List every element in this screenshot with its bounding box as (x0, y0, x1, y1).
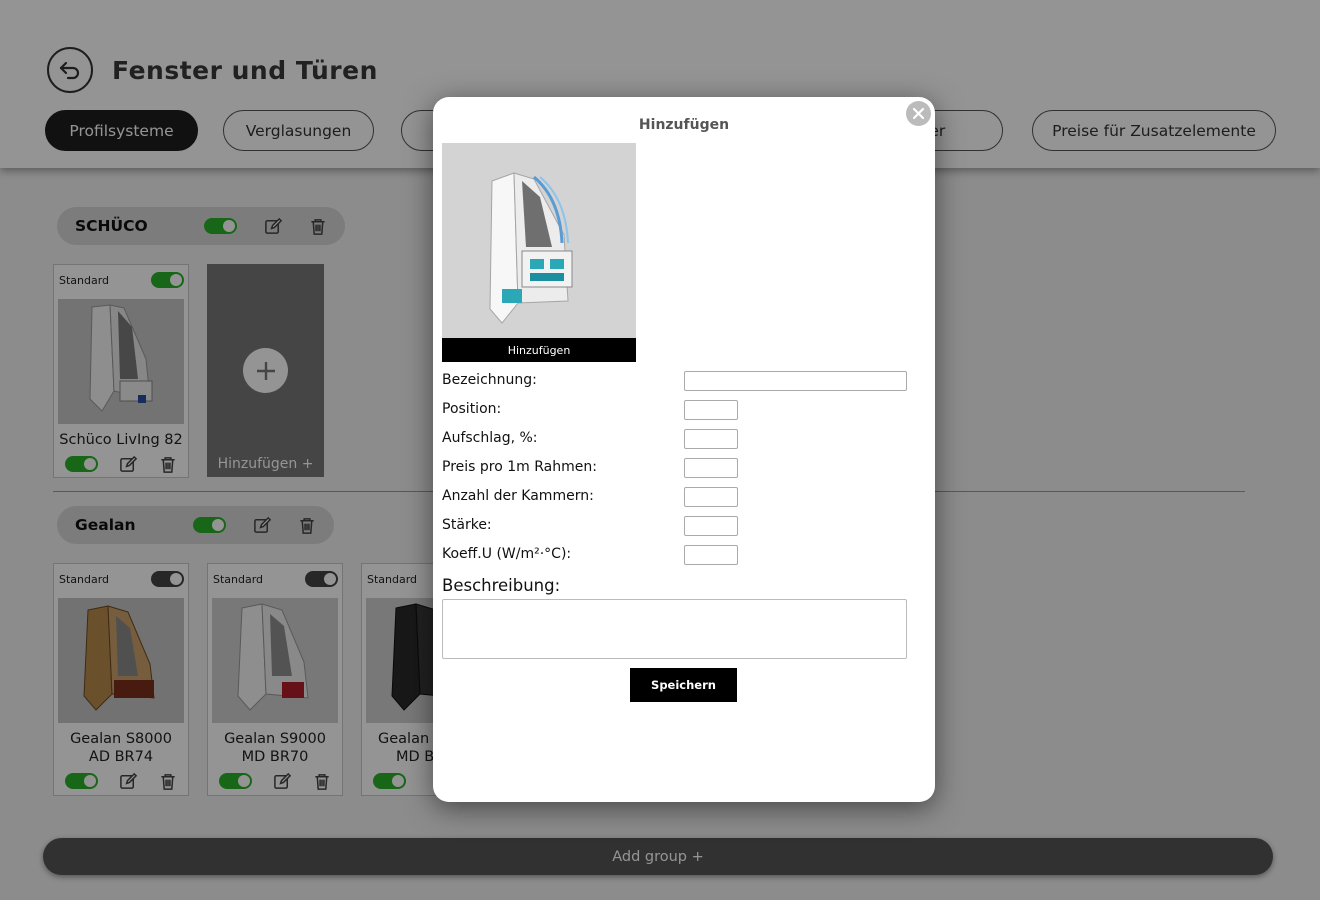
koeff-input[interactable] (684, 545, 738, 565)
position-input[interactable] (684, 400, 738, 420)
staerke-label: Stärke: (442, 517, 492, 533)
kammern-label: Anzahl der Kammern: (442, 488, 594, 504)
beschreibung-label: Beschreibung: (442, 576, 561, 595)
koeff-label: Koeff.U (W/m²·°C): (442, 546, 572, 562)
preis-input[interactable] (684, 458, 738, 478)
aufschlag-input[interactable] (684, 429, 738, 449)
kammern-input[interactable] (684, 487, 738, 507)
profile-image-preview (442, 143, 636, 338)
save-button[interactable]: Speichern (630, 668, 737, 702)
position-label: Position: (442, 401, 502, 417)
upload-image-button[interactable]: Hinzufügen (442, 338, 636, 362)
staerke-input[interactable] (684, 516, 738, 536)
aufschlag-label: Aufschlag, %: (442, 430, 538, 446)
add-dialog: Hinzufügen Hinzufügen Bezeichnung: Posit… (433, 97, 935, 802)
dialog-title: Hinzufügen (638, 117, 730, 133)
preis-label: Preis pro 1m Rahmen: (442, 459, 597, 475)
bezeichnung-input[interactable] (684, 371, 907, 391)
beschreibung-textarea[interactable] (442, 599, 907, 659)
bezeichnung-label: Bezeichnung: (442, 372, 537, 388)
